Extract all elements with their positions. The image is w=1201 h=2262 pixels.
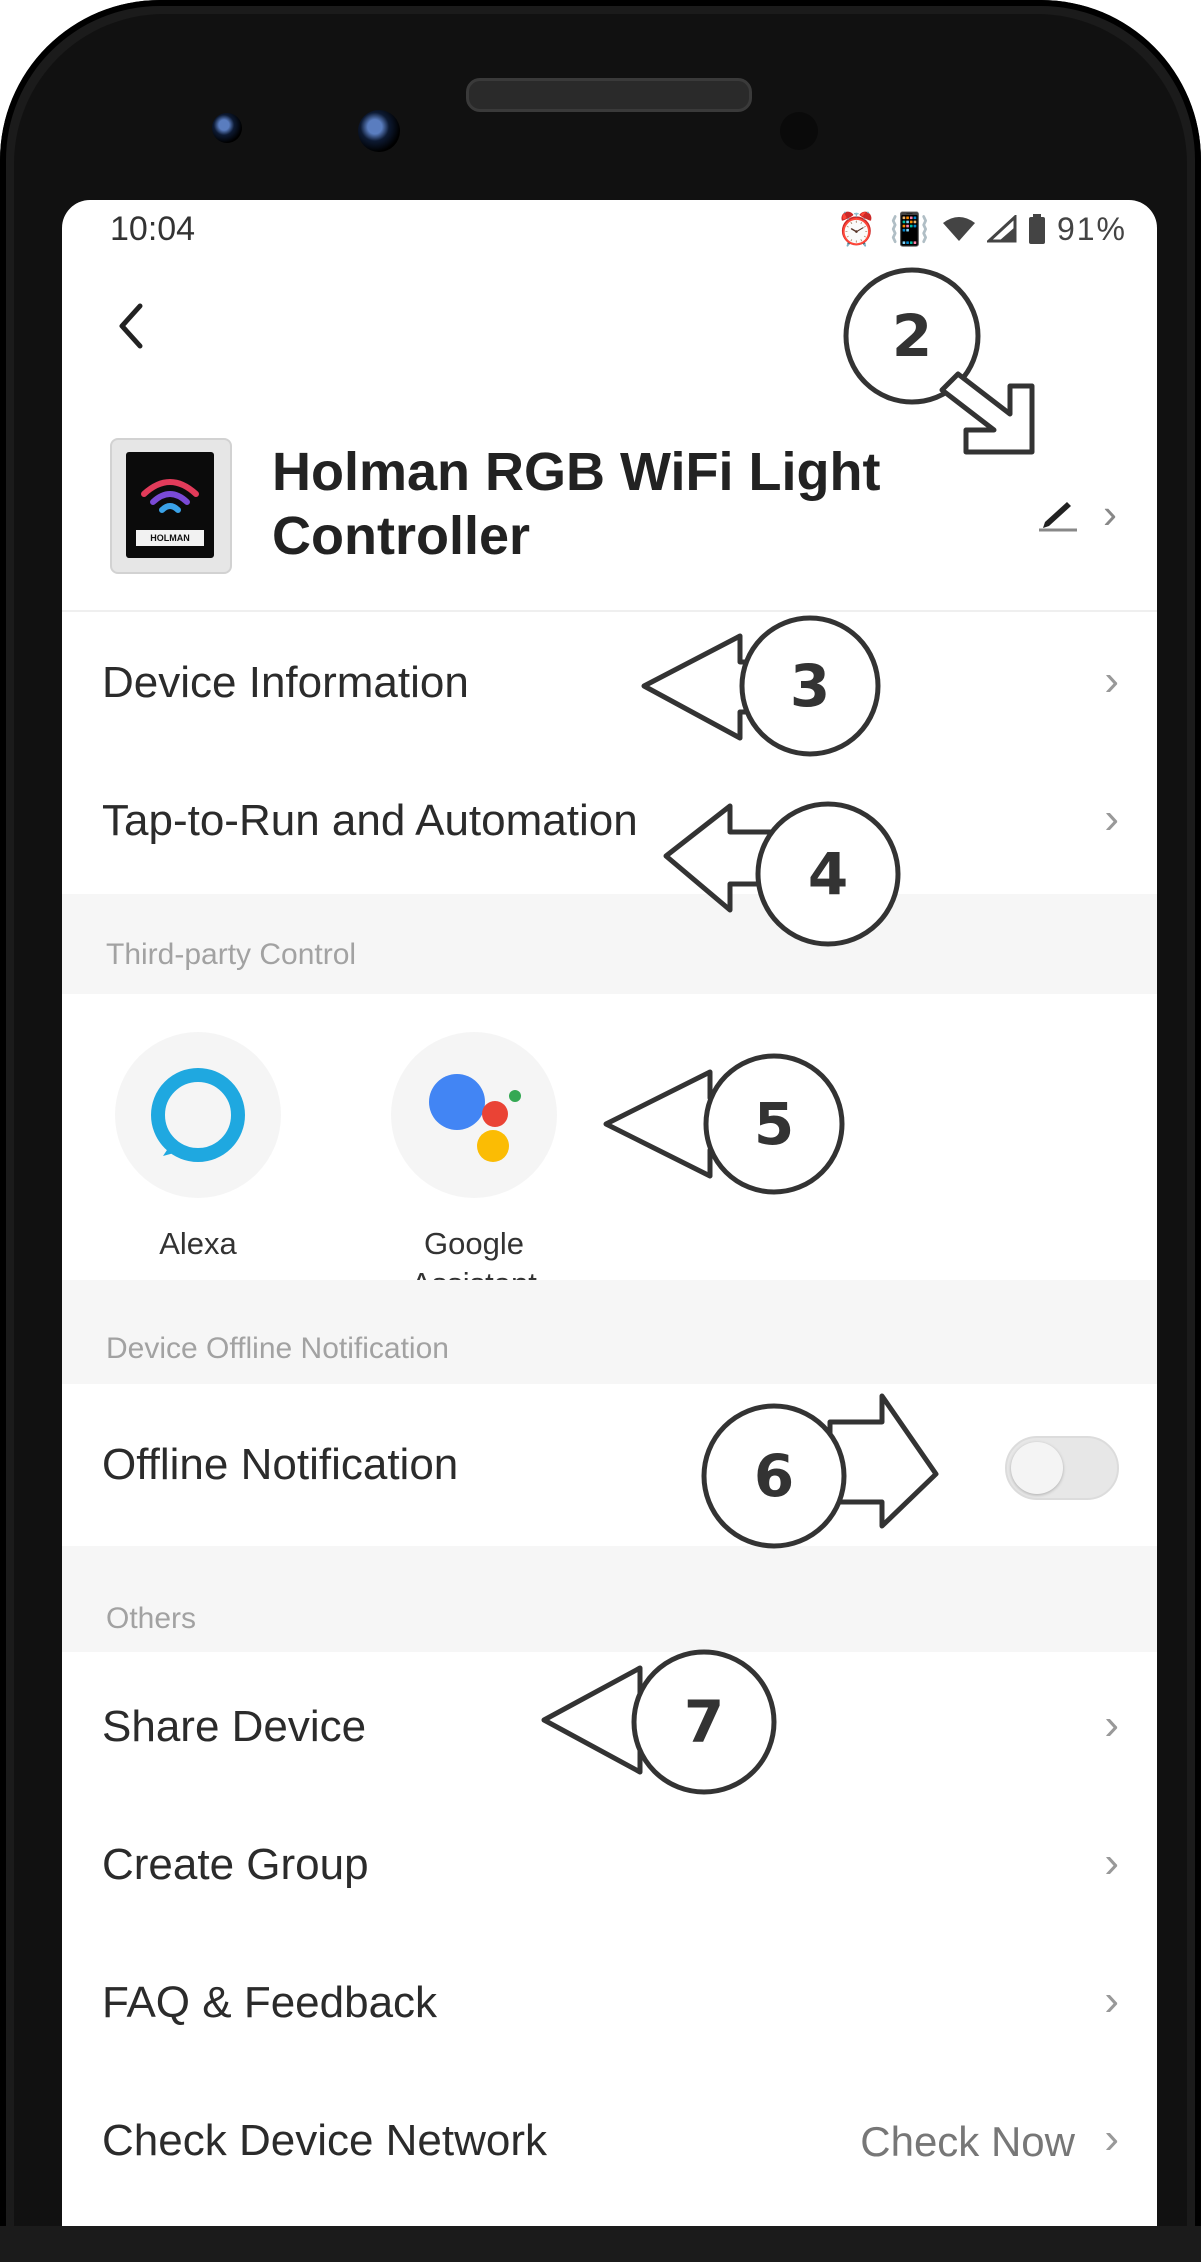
device-wifi-logo-icon [141, 479, 199, 513]
chevron-right-icon: › [1104, 794, 1119, 843]
front-sensor-icon [358, 110, 400, 152]
callout-number-5: 5 [753, 1090, 795, 1158]
device-header[interactable]: HOLMAN Holman RGB WiFi Light Controller … [62, 410, 1157, 610]
callout-number-6: 6 [753, 1442, 795, 1510]
alarm-icon: ⏰ [836, 211, 879, 247]
status-bar: 10:04 ⏰ 📳 91% [62, 200, 1157, 270]
share-device-label: Share Device [102, 1702, 367, 1751]
faq-feedback-row[interactable]: FAQ & Feedback › [62, 1940, 1157, 2076]
app-screen: 10:04 ⏰ 📳 91% HOLMAN Holman RGB WiFi Lig… [62, 200, 1157, 2262]
chevron-right-icon: › [1104, 656, 1119, 705]
status-icons: ⏰ 📳 91% [837, 210, 1127, 248]
alexa-button[interactable]: Alexa [98, 1032, 298, 1264]
alexa-label: Alexa [159, 1226, 237, 1261]
check-now-value: Check Now [860, 2118, 1075, 2165]
device-information-label: Device Information [102, 658, 469, 707]
offline-notification-row: Offline Notification [62, 1390, 1157, 1540]
google-label-line1: Google [424, 1226, 524, 1261]
offline-section-header: Device Offline Notification [62, 1280, 1157, 1384]
google-assistant-button[interactable]: Google Assistant [374, 1032, 574, 1304]
bottom-bezel [0, 2226, 1201, 2262]
front-camera-icon [212, 113, 242, 143]
third-party-section-header: Third-party Control [62, 894, 1157, 994]
proximity-sensor-icon [780, 112, 818, 150]
back-icon[interactable] [100, 286, 160, 366]
chevron-right-icon: › [1104, 1700, 1119, 1749]
google-assistant-icon [429, 1074, 521, 1162]
alexa-icon [151, 1068, 245, 1162]
signal-icon [985, 213, 1017, 243]
chevron-right-icon: › [1104, 1838, 1119, 1887]
offline-section-label: Device Offline Notification [106, 1332, 449, 1365]
device-thumbnail: HOLMAN [110, 438, 232, 574]
faq-feedback-label: FAQ & Feedback [102, 1978, 438, 2027]
battery-percent: 91% [1056, 211, 1127, 247]
status-time: 10:04 [110, 210, 196, 248]
share-device-row[interactable]: Share Device › [62, 1664, 1157, 1800]
callout-number-7: 7 [683, 1688, 725, 1756]
check-network-label: Check Device Network [102, 2116, 548, 2165]
device-name: Holman RGB WiFi Light Controller [272, 442, 881, 566]
chevron-right-icon: › [1104, 2114, 1119, 2163]
alexa-logo [115, 1032, 281, 1198]
divider [62, 610, 1157, 612]
third-party-section-label: Third-party Control [106, 938, 357, 971]
callout-number-4: 4 [807, 840, 849, 908]
chevron-right-icon: › [1103, 490, 1117, 537]
tap-to-run-row[interactable]: Tap-to-Run and Automation › [62, 758, 1157, 894]
wifi-icon [943, 217, 976, 241]
offline-notification-toggle[interactable] [1005, 1436, 1119, 1500]
edit-pencil-icon[interactable] [1037, 498, 1079, 532]
callout-number-3: 3 [789, 652, 831, 720]
chevron-right-icon: › [1104, 1976, 1119, 2025]
battery-icon [1029, 214, 1046, 244]
vibrate-icon: 📳 [889, 211, 932, 247]
phone-frame: 10:04 ⏰ 📳 91% HOLMAN Holman RGB WiFi Lig… [0, 0, 1201, 2262]
phone-speaker [466, 78, 752, 112]
offline-notification-label: Offline Notification [102, 1440, 459, 1489]
create-group-row[interactable]: Create Group › [62, 1802, 1157, 1938]
others-section-label: Others [106, 1602, 197, 1635]
tap-to-run-label: Tap-to-Run and Automation [102, 796, 638, 845]
callout-number-2: 2 [891, 302, 933, 370]
device-information-row[interactable]: Device Information › [62, 620, 1157, 756]
check-network-row[interactable]: Check Device Network Check Now › [62, 2078, 1157, 2214]
google-assistant-logo [391, 1032, 557, 1198]
toggle-knob [1011, 1442, 1063, 1494]
device-thumb-label: HOLMAN [136, 530, 204, 546]
create-group-label: Create Group [102, 1840, 369, 1889]
others-section-header: Others [62, 1546, 1157, 1652]
